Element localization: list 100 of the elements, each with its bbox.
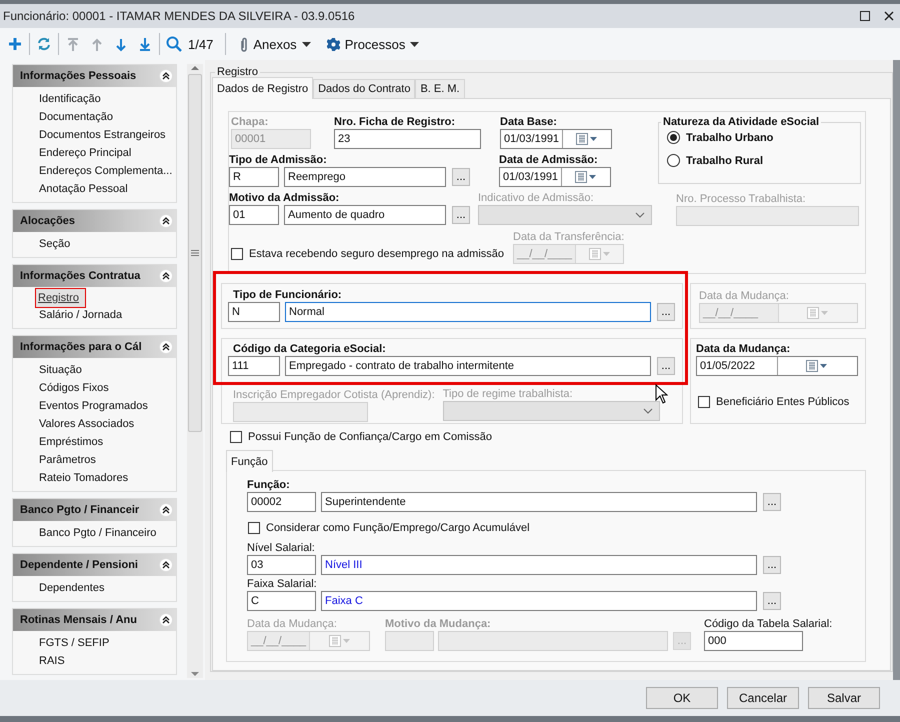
checkbox[interactable] [698,396,710,408]
sidebar-item[interactable]: Dependentes [35,577,108,599]
lookup-button[interactable]: ... [657,357,675,375]
field-label: Motivo da Admissão: [229,191,340,205]
dialog-button[interactable]: Salvar [808,687,880,709]
field-label: Data Base: [500,115,557,129]
search-icon[interactable] [166,36,182,52]
collapse-icon[interactable] [159,69,173,83]
description-field[interactable]: Reemprego [284,167,446,187]
lookup-button[interactable]: ... [763,556,781,574]
calendar-dropdown-icon[interactable] [806,360,828,372]
section-header[interactable]: Banco Pgto / Financeir [13,499,176,521]
checkbox[interactable] [248,522,260,534]
field-label: Nro. Ficha de Registro: [334,115,456,129]
field-label: Função: [247,478,290,492]
lookup-button[interactable]: ... [452,206,470,224]
date-field[interactable]: 01/05/2022 [696,356,858,376]
collapse-icon[interactable] [159,269,173,283]
description-field[interactable]: Empregado - contrato de trabalho intermitente [285,356,651,376]
radio-button[interactable] [667,154,680,167]
scroll-down-icon[interactable] [190,670,200,678]
description-field[interactable]: Superintendente [321,492,757,512]
code-field[interactable]: N [228,302,280,322]
text-field[interactable]: 000 [704,631,803,651]
menu-button[interactable]: Processos [322,34,424,54]
checkbox-label: Estava recebendo seguro desemprego na admissão [249,247,504,261]
section-header[interactable]: Dependente / Pensioni [13,554,176,576]
group-title: Registro [216,66,259,78]
tab[interactable]: Dados de Registro [212,77,314,99]
section-header[interactable]: Informações Contratua [13,265,176,287]
tab[interactable]: B. E. M. [415,79,465,98]
collapse-icon[interactable] [159,613,173,627]
sidebar-item[interactable]: Registro [35,288,86,308]
collapse-icon[interactable] [159,340,173,354]
description-field[interactable]: Nível III [321,555,757,575]
section-header[interactable]: Alocações [13,210,176,232]
add-icon[interactable] [8,37,22,51]
sidebar-item[interactable]: Seção [35,233,74,255]
code-field[interactable]: 01 [229,205,279,225]
field-label: Chapa: [231,115,268,129]
scrollbar-thumb[interactable] [188,74,202,432]
field-label: Faixa Salarial: [247,577,317,591]
field-label: Código da Categoria eSocial: [233,343,386,355]
checkbox-label: Possui Função de Confiança/Cargo em Comissão [248,430,492,444]
paperclip-icon [240,36,248,52]
chevron-down-icon [642,408,653,414]
tab[interactable]: Dados do Contrato [313,79,416,98]
maximize-icon[interactable] [860,11,870,21]
lookup-button[interactable]: ... [452,168,470,186]
scroll-up-icon[interactable] [190,64,200,72]
lookup-button[interactable]: ... [763,493,781,511]
field-label: Código da Tabela Salarial: [704,617,832,631]
section-header[interactable]: Rotinas Mensais / Anu [13,609,176,631]
radio-label: Trabalho Urbano [686,132,774,144]
code-field[interactable]: C [247,591,316,611]
section-header[interactable]: Informações para o Cál [13,336,176,358]
checkbox-label: Beneficiário Entes Públicos [716,395,850,409]
description-field[interactable]: Normal [285,302,651,322]
code-field[interactable]: 111 [228,356,280,376]
collapse-icon[interactable] [159,558,173,572]
date-field[interactable]: 01/03/1991 [499,167,611,187]
date-field[interactable]: 01/03/1991 [500,129,612,149]
radio-button[interactable] [667,131,680,144]
refresh-icon[interactable] [36,36,52,52]
radio-label: Trabalho Rural [686,154,764,166]
collapse-icon[interactable] [159,214,173,228]
caret-icon [410,42,420,46]
last-record-icon[interactable] [138,36,152,52]
code-field[interactable]: 03 [247,555,316,575]
field-label: Nível Salarial: [247,541,315,555]
calendar-dropdown-icon[interactable] [575,171,598,183]
close-icon[interactable] [884,11,894,21]
tab[interactable]: Função [226,450,273,472]
dialog-button[interactable]: Cancelar [727,687,799,709]
chevron-down-icon [635,212,645,218]
description-field[interactable]: Aumento de quadro [284,205,446,225]
checkbox[interactable] [231,248,243,260]
checkbox-label: Considerar como Função/Emprego/Cargo Acumulável [266,521,530,535]
field-label: Data da Mudança: [699,289,789,303]
code-field[interactable]: R [229,167,279,187]
sidebar-item[interactable]: Banco Pgto / Financeiro [35,522,160,544]
code-field[interactable]: 00002 [247,492,316,512]
section-header[interactable]: Informações Pessoais [13,65,176,87]
field-label: Data da Mudança: [696,342,790,356]
field-label: Nro. Processo Trabalhista: [676,192,806,206]
lookup-button[interactable]: ... [657,303,675,321]
collapse-icon[interactable] [159,503,173,517]
down-arrow-icon[interactable] [114,36,128,52]
text-field[interactable]: 23 [334,129,481,149]
field-label: Data da Transferência: [513,230,624,244]
window-title: Funcionário: 00001 - ITAMAR MENDES DA SILVEIRA - 03.9.0516 [3,9,356,23]
record-counter: 1/47 [188,36,214,52]
description-field[interactable]: Faixa C [321,591,757,611]
field-label: Tipo de Admissão: [229,153,327,167]
lookup-button[interactable]: ... [763,592,781,610]
calendar-dropdown-icon[interactable] [576,133,598,145]
menu-button[interactable]: Anexos [236,34,315,54]
dialog-button[interactable]: OK [646,687,718,709]
checkbox[interactable] [230,431,242,443]
scrollbar[interactable] [187,64,203,678]
